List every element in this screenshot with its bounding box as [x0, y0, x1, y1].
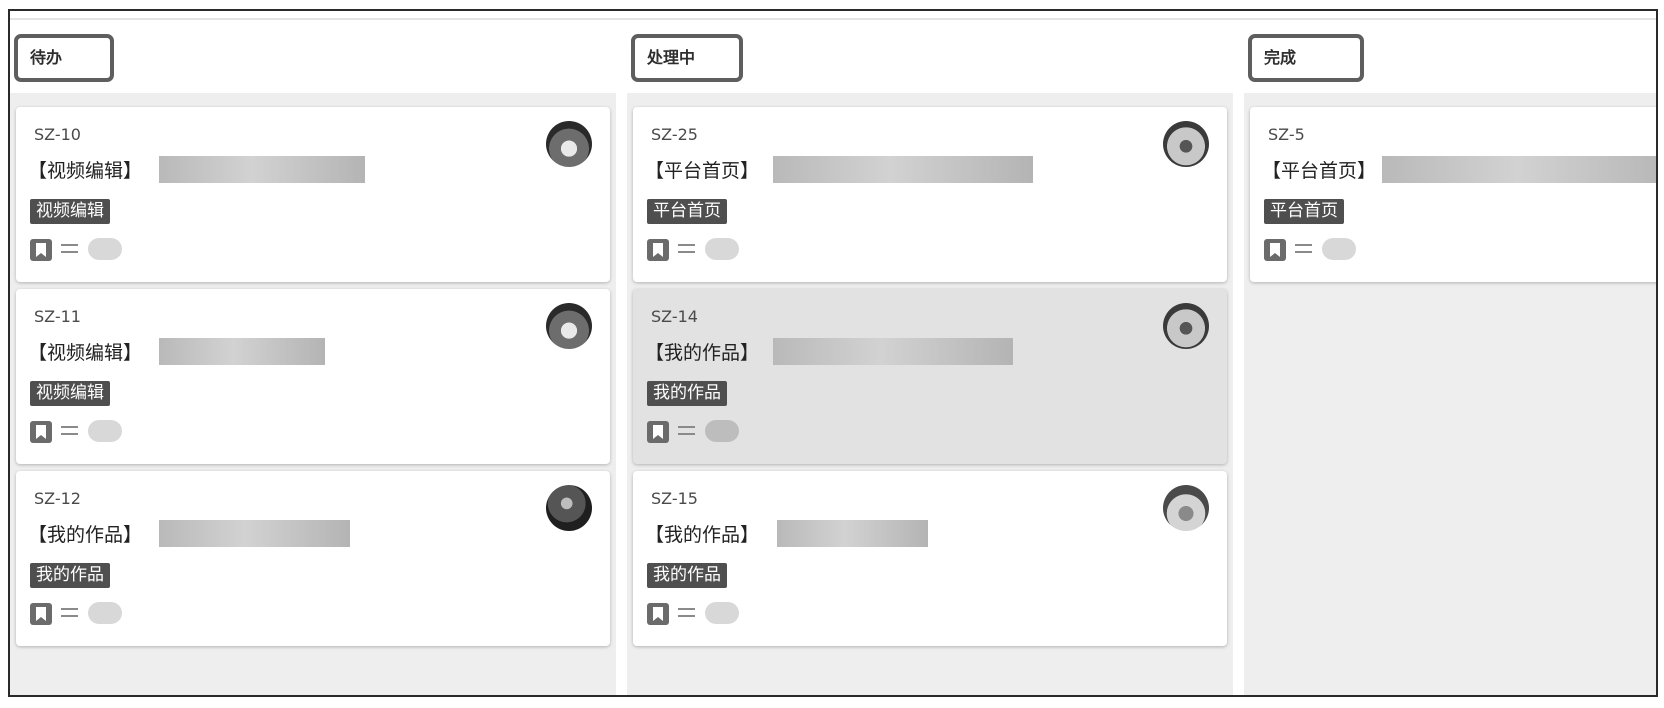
task-title: 【我的作品】	[645, 524, 760, 546]
task-card[interactable]: SZ-14 【我的作品】 我的作品	[633, 289, 1227, 464]
task-id: SZ-25	[651, 125, 698, 144]
status-pill[interactable]	[705, 238, 739, 260]
task-title: 【我的作品】	[28, 524, 143, 546]
task-tag[interactable]: 我的作品	[30, 563, 110, 588]
task-id: SZ-15	[651, 489, 698, 508]
redacted-text	[1382, 156, 1656, 183]
column-body-done: SZ-5 【平台首页】 平台首页	[1244, 93, 1656, 695]
equals-icon[interactable]	[678, 244, 695, 255]
redacted-text	[159, 520, 350, 547]
task-title: 【平台首页】	[645, 160, 760, 182]
equals-icon[interactable]	[61, 426, 78, 437]
status-pill[interactable]	[88, 238, 122, 260]
task-tag[interactable]: 平台首页	[647, 199, 727, 224]
avatar[interactable]	[1163, 485, 1209, 531]
task-id: SZ-10	[34, 125, 81, 144]
task-title: 【视频编辑】	[28, 342, 143, 364]
task-card[interactable]: SZ-10 【视频编辑】 视频编辑	[16, 107, 610, 282]
task-title: 【视频编辑】	[28, 160, 143, 182]
task-tag[interactable]: 视频编辑	[30, 199, 110, 224]
column-in-progress: 处理中 SZ-25 【平台首页】 平台首页 SZ-14 【我的作品】 我的作品	[627, 11, 1233, 695]
avatar[interactable]	[546, 121, 592, 167]
bookmark-icon[interactable]	[30, 421, 52, 443]
avatar[interactable]	[1163, 303, 1209, 349]
task-id: SZ-11	[34, 307, 81, 326]
redacted-text	[773, 338, 1013, 365]
redacted-text	[159, 338, 325, 365]
bookmark-icon[interactable]	[647, 603, 669, 625]
avatar[interactable]	[546, 485, 592, 531]
bookmark-icon[interactable]	[1264, 239, 1286, 261]
task-title: 【我的作品】	[645, 342, 760, 364]
column-body-todo: SZ-10 【视频编辑】 视频编辑 SZ-11 【视频编辑】 视频编辑 SZ-1…	[10, 93, 616, 695]
avatar[interactable]	[546, 303, 592, 349]
column-header-todo[interactable]: 待办	[14, 34, 114, 82]
task-tag[interactable]: 平台首页	[1264, 199, 1344, 224]
status-pill[interactable]	[705, 602, 739, 624]
equals-icon[interactable]	[61, 244, 78, 255]
bookmark-icon[interactable]	[30, 603, 52, 625]
redacted-text	[159, 156, 365, 183]
task-tag[interactable]: 我的作品	[647, 381, 727, 406]
task-tag[interactable]: 我的作品	[647, 563, 727, 588]
task-card[interactable]: SZ-15 【我的作品】 我的作品	[633, 471, 1227, 646]
task-title: 【平台首页】	[1262, 160, 1377, 182]
task-card[interactable]: SZ-12 【我的作品】 我的作品	[16, 471, 610, 646]
column-body-in-progress: SZ-25 【平台首页】 平台首页 SZ-14 【我的作品】 我的作品 SZ-1…	[627, 93, 1233, 695]
kanban-board: 待办 SZ-10 【视频编辑】 视频编辑 SZ-11 【视频编辑】 视频编辑 S…	[8, 9, 1658, 697]
status-pill[interactable]	[88, 602, 122, 624]
status-pill[interactable]	[705, 420, 739, 442]
task-card[interactable]: SZ-11 【视频编辑】 视频编辑	[16, 289, 610, 464]
redacted-text	[773, 156, 1033, 183]
task-id: SZ-12	[34, 489, 81, 508]
bookmark-icon[interactable]	[647, 239, 669, 261]
status-pill[interactable]	[88, 420, 122, 442]
task-card[interactable]: SZ-5 【平台首页】 平台首页	[1250, 107, 1656, 282]
column-todo: 待办 SZ-10 【视频编辑】 视频编辑 SZ-11 【视频编辑】 视频编辑 S…	[10, 11, 616, 695]
column-done: 完成 SZ-5 【平台首页】 平台首页	[1244, 11, 1656, 695]
bookmark-icon[interactable]	[647, 421, 669, 443]
column-header-in-progress[interactable]: 处理中	[631, 34, 743, 82]
equals-icon[interactable]	[678, 608, 695, 619]
redacted-text	[777, 520, 928, 547]
task-id: SZ-14	[651, 307, 698, 326]
column-header-done[interactable]: 完成	[1248, 34, 1364, 82]
avatar[interactable]	[1163, 121, 1209, 167]
task-id: SZ-5	[1268, 125, 1305, 144]
equals-icon[interactable]	[678, 426, 695, 437]
task-card[interactable]: SZ-25 【平台首页】 平台首页	[633, 107, 1227, 282]
status-pill[interactable]	[1322, 238, 1356, 260]
equals-icon[interactable]	[1295, 244, 1312, 255]
equals-icon[interactable]	[61, 608, 78, 619]
task-tag[interactable]: 视频编辑	[30, 381, 110, 406]
bookmark-icon[interactable]	[30, 239, 52, 261]
